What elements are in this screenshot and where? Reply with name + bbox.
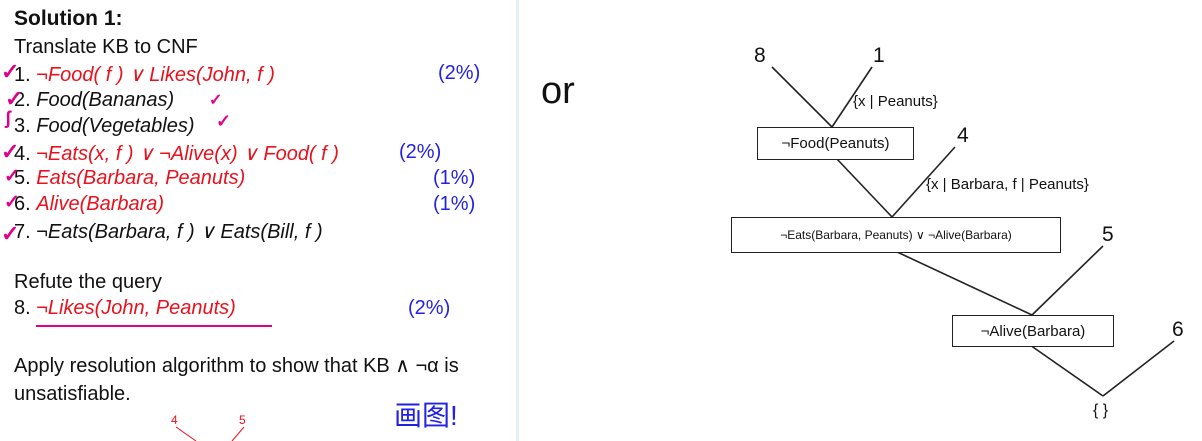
or-word: or [541,70,575,112]
mini-tree-node-5: 5 [239,413,246,427]
clause-4-weight: (2%) [399,141,442,163]
resolvent-alive-barbara: ¬Alive(Barbara) [952,315,1114,347]
empty-clause: { } [1093,402,1109,419]
clause-1-weight: (2%) [438,62,481,84]
tree-node-1: 1 [873,44,885,67]
refute-heading: Refute the query [14,271,162,293]
tree-node-5: 5 [1102,223,1114,246]
translate-heading: Translate KB to CNF [14,36,198,58]
clause-6: 6. Alive(Barbara) [14,193,165,215]
check-mark-icon: ʃ [5,108,11,128]
tree-node-4: 4 [957,124,969,147]
panel-divider [516,0,519,441]
clause-5: 5. Eats(Barbara, Peanuts) [14,167,246,189]
check-mark-icon: ✓ [4,166,20,187]
resolvent-eats-alive: ¬Eats(Barbara, Peanuts) ∨ ¬Alive(Barbara… [731,217,1061,253]
check-mark-icon: ✓ [209,92,223,109]
tree-node-6: 6 [1172,318,1184,341]
apply-text-line2: unsatisfiable. [14,383,131,405]
clause-7: 7. ¬Eats(Barbara, f ) ∨ Eats(Bill, f ) [14,221,323,243]
mini-tree-node-4: 4 [171,413,178,427]
check-mark-icon: ✓ [1,221,20,246]
substitution-1: {x | Peanuts} [853,93,938,110]
tree-node-8: 8 [754,44,766,67]
check-mark-icon: ✓ [1,59,20,84]
clause-3: 3. Food(Vegetables) [14,115,195,137]
apply-text-line1: Apply resolution algorithm to show that … [14,355,459,377]
query-clause: 8. ¬Likes(John, Peanuts) [14,297,236,319]
check-mark-icon: ✓ [216,111,232,131]
solution-title: Solution 1: [14,7,123,30]
check-mark-icon: ✓ [1,139,20,164]
check-mark-icon: ✓ [4,192,20,213]
handwritten-note: 画图! [394,400,458,431]
clause-4: 4. ¬Eats(x, f ) ∨ ¬Alive(x) ∨ Food( f ) [14,143,339,165]
substitution-2: {x | Barbara, f | Peanuts} [926,176,1089,193]
query-weight: (2%) [408,297,451,319]
clause-2: 2. Food(Bananas) [14,89,175,111]
resolvent-food-peanuts: ¬Food(Peanuts) [757,127,914,160]
query-underline [36,325,272,327]
clause-6-weight: (1%) [433,193,476,215]
clause-5-weight: (1%) [433,167,476,189]
clause-1: 1. ¬Food( f ) ∨ Likes(John, f ) [14,64,275,86]
